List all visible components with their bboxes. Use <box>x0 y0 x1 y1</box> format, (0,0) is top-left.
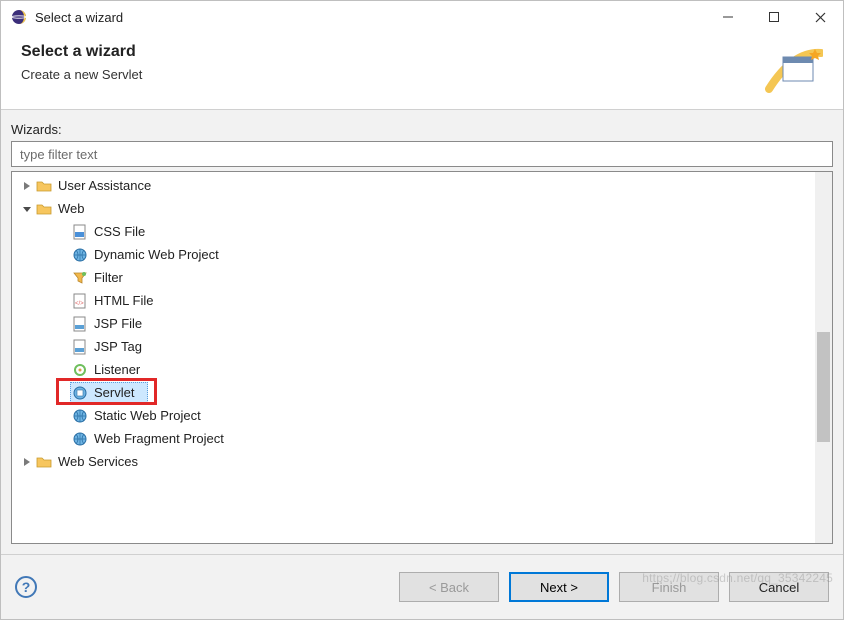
help-button[interactable]: ? <box>15 576 37 598</box>
window-title: Select a wizard <box>35 10 123 25</box>
close-button[interactable] <box>797 1 843 33</box>
tree-item-web[interactable]: Web <box>12 197 815 220</box>
tree-item-label: JSP File <box>94 316 142 331</box>
next-button[interactable]: Next > <box>509 572 609 602</box>
tree-item-label: JSP Tag <box>94 339 142 354</box>
jsp-file-icon <box>72 316 88 332</box>
tree-item-jsp-tag[interactable]: JSP Tag <box>12 335 815 358</box>
tree-item-label: Web Services <box>58 454 138 469</box>
dialog-header: Select a wizard Create a new Servlet <box>1 33 843 110</box>
wizard-dialog: Select a wizard Select a wizard Create a… <box>0 0 844 620</box>
tree-item-label: User Assistance <box>58 178 151 193</box>
window-controls <box>705 1 843 33</box>
tree-item-static-web-project[interactable]: Static Web Project <box>12 404 815 427</box>
tree-item-label: Servlet <box>94 385 134 400</box>
folder-icon <box>36 454 52 470</box>
dialog-footer: ? < Back Next > Finish Cancel https://bl… <box>1 555 843 619</box>
jsp-tag-icon <box>72 339 88 355</box>
globe-static-icon <box>72 408 88 424</box>
tree-item-jsp-file[interactable]: JSP File <box>12 312 815 335</box>
tree-item-label: Web Fragment Project <box>94 431 224 446</box>
svg-text:</>: </> <box>75 301 84 307</box>
tree-item-label: Dynamic Web Project <box>94 247 219 262</box>
chevron-right-icon[interactable] <box>20 179 34 193</box>
page-subtitle: Create a new Servlet <box>21 67 763 82</box>
tree-item-label: Web <box>58 201 85 216</box>
maximize-button[interactable] <box>751 1 797 33</box>
globe-proj-icon <box>72 247 88 263</box>
tree-item-filter[interactable]: Filter <box>12 266 815 289</box>
eclipse-icon <box>11 9 27 25</box>
finish-button[interactable]: Finish <box>619 572 719 602</box>
html-file-icon: </> <box>72 293 88 309</box>
scrollbar-thumb[interactable] <box>817 332 830 442</box>
scrollbar-vertical[interactable] <box>815 172 832 543</box>
tree-item-css-file[interactable]: CSS File <box>12 220 815 243</box>
tree-item-html-file[interactable]: </> HTML File <box>12 289 815 312</box>
wizard-tree: User Assistance Web CSS File Dynamic Web Pr… <box>11 171 833 544</box>
tree-item-label: HTML File <box>94 293 153 308</box>
tree-item-label: Filter <box>94 270 123 285</box>
minimize-button[interactable] <box>705 1 751 33</box>
tree-item-servlet[interactable]: Servlet <box>12 381 815 404</box>
globe-frag-icon <box>72 431 88 447</box>
tree-item-dynamic-web-project[interactable]: Dynamic Web Project <box>12 243 815 266</box>
servlet-icon <box>72 385 88 401</box>
cancel-button[interactable]: Cancel <box>729 572 829 602</box>
tree-item-user-assistance[interactable]: User Assistance <box>12 174 815 197</box>
tree-viewport[interactable]: User Assistance Web CSS File Dynamic Web Pr… <box>12 172 815 543</box>
filter-icon <box>72 270 88 286</box>
page-title: Select a wizard <box>21 43 763 61</box>
css-file-icon <box>72 224 88 240</box>
tree-item-label: CSS File <box>94 224 145 239</box>
tree-item-listener[interactable]: Listener <box>12 358 815 381</box>
dialog-body: Wizards: User Assistance Web CSS File Dynam… <box>1 110 843 555</box>
listener-icon <box>72 362 88 378</box>
wizard-banner-icon <box>763 43 823 95</box>
tree-item-label: Static Web Project <box>94 408 201 423</box>
wizards-label: Wizards: <box>11 122 833 137</box>
chevron-down-icon[interactable] <box>20 202 34 216</box>
chevron-right-icon[interactable] <box>20 455 34 469</box>
tree-item-web-fragment-project[interactable]: Web Fragment Project <box>12 427 815 450</box>
titlebar: Select a wizard <box>1 1 843 33</box>
tree-item-web-services[interactable]: Web Services <box>12 450 815 473</box>
folder-icon <box>36 178 52 194</box>
filter-input[interactable] <box>11 141 833 167</box>
back-button[interactable]: < Back <box>399 572 499 602</box>
folder-icon <box>36 201 52 217</box>
tree-item-label: Listener <box>94 362 140 377</box>
